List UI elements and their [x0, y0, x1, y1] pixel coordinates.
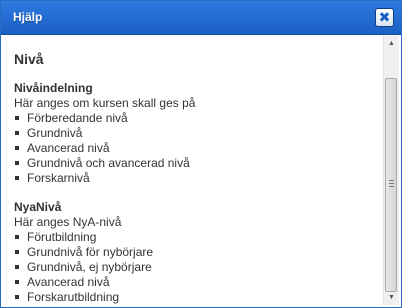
close-icon: ✖ [378, 9, 391, 25]
grip-icon [389, 186, 394, 187]
help-content: Nivå Nivåindelning Här anges om kursen s… [14, 36, 374, 307]
section-nyaniva: NyaNivå Här anges NyA-nivå Förutbildning… [14, 200, 153, 305]
list-item: Förberedande nivå [14, 111, 195, 126]
list-item: Forskarutbildning [14, 290, 153, 305]
section-description: Här anges om kursen skall ges på [14, 96, 196, 110]
list-item: Grundnivå och avancerad nivå [14, 156, 195, 171]
list-item: Grundnivå [14, 126, 195, 141]
level-list: Förberedande nivå Grundnivå Avancerad ni… [14, 111, 195, 186]
list-item: Grundnivå för nybörjare [14, 245, 153, 260]
list-item: Avancerad nivå [14, 275, 153, 290]
close-button[interactable]: ✖ [375, 8, 394, 27]
section-description: Här anges NyA-nivå [14, 215, 122, 229]
dialog-title: Hjälp [13, 10, 43, 24]
grip-icon [389, 183, 394, 184]
scroll-down-icon[interactable]: ▼ [384, 290, 399, 305]
grip-icon [389, 180, 394, 181]
list-item: Forskarnivå [14, 171, 195, 186]
scroll-up-icon[interactable]: ▲ [384, 36, 399, 51]
page-title: Nivå [14, 51, 44, 67]
list-item: Förutbildning [14, 230, 153, 245]
section-heading: NyaNivå [14, 200, 62, 214]
scroll-thumb[interactable] [385, 78, 397, 292]
vertical-scrollbar[interactable]: ▲ ▼ [383, 36, 399, 305]
section-nivaindelning: Nivåindelning Här anges om kursen skall … [14, 81, 195, 186]
nya-level-list: Förutbildning Grundnivå för nybörjare Gr… [14, 230, 153, 305]
section-heading: Nivåindelning [14, 81, 93, 95]
list-item: Grundnivå, ej nybörjare [14, 260, 153, 275]
list-item: Avancerad nivå [14, 141, 195, 156]
dialog-titlebar[interactable]: Hjälp ✖ [1, 1, 401, 35]
help-dialog: Hjälp ✖ Nivå Nivåindelning Här anges om … [0, 0, 402, 308]
